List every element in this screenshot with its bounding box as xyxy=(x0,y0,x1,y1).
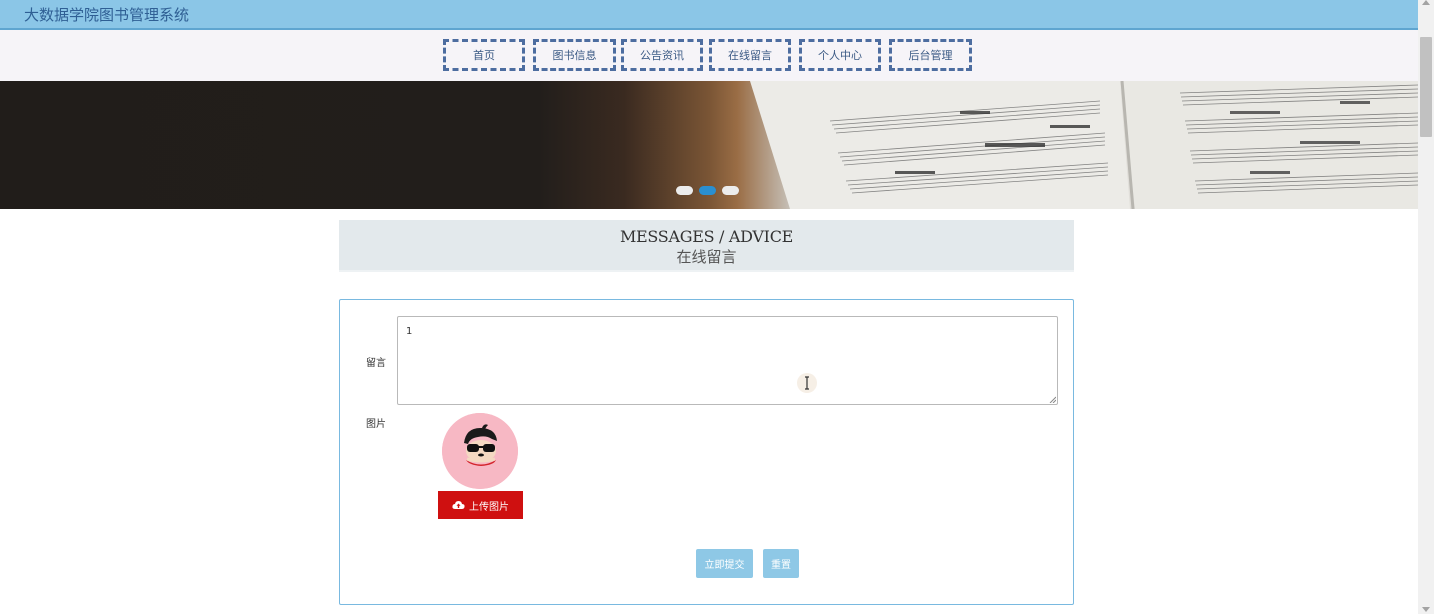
nav-bar: 首页 图书信息 公告资讯 在线留言 个人中心 后台管理 xyxy=(0,30,1418,81)
submit-button[interactable]: 立即提交 xyxy=(696,549,753,578)
carousel-dot-3[interactable] xyxy=(722,186,739,195)
monkey-avatar-icon xyxy=(442,413,518,489)
carousel-dot-1[interactable] xyxy=(676,186,693,195)
cloud-upload-icon xyxy=(452,501,465,509)
scroll-down-arrow-icon[interactable] xyxy=(1422,607,1430,612)
nav-item-profile[interactable]: 个人中心 xyxy=(799,39,881,71)
resize-grip-icon[interactable] xyxy=(1049,396,1056,403)
nav-item-messages[interactable]: 在线留言 xyxy=(709,39,791,71)
upload-image-label: 上传图片 xyxy=(469,501,509,513)
section-title-en: MESSAGES / ADVICE xyxy=(619,227,794,246)
banner-carousel[interactable] xyxy=(0,81,1418,209)
page: 大数据学院图书管理系统 首页 图书信息 公告资讯 在线留言 个人中心 后台管理 xyxy=(0,0,1434,614)
text-cursor-indicator xyxy=(797,373,817,393)
nav-item-books[interactable]: 图书信息 xyxy=(533,39,616,71)
section-header: MESSAGES / ADVICE 在线留言 xyxy=(339,220,1074,272)
scrollbar-thumb[interactable] xyxy=(1420,37,1432,137)
carousel-dots xyxy=(676,186,739,196)
site-title: 大数据学院图书管理系统 xyxy=(24,6,190,24)
page-scrollbar[interactable] xyxy=(1418,0,1434,614)
nav-item-home[interactable]: 首页 xyxy=(443,39,525,71)
carousel-dot-2[interactable] xyxy=(699,186,716,195)
message-textarea[interactable]: 1 xyxy=(397,316,1058,405)
uploaded-image-preview xyxy=(442,413,518,489)
message-form: 留言 1 图片 上传图片 立即提交 重置 xyxy=(339,299,1074,605)
nav-item-admin[interactable]: 后台管理 xyxy=(889,39,972,71)
reset-button[interactable]: 重置 xyxy=(763,549,799,578)
nav-item-news[interactable]: 公告资讯 xyxy=(621,39,703,71)
message-value: 1 xyxy=(406,326,413,337)
top-bar: 大数据学院图书管理系统 xyxy=(0,0,1418,30)
message-label: 留言 xyxy=(366,358,386,369)
ibeam-cursor-icon xyxy=(805,376,809,390)
section-title-cn: 在线留言 xyxy=(676,248,737,266)
upload-image-button[interactable]: 上传图片 xyxy=(438,491,523,519)
image-label: 图片 xyxy=(366,419,386,430)
scroll-up-arrow-icon[interactable] xyxy=(1422,0,1430,5)
